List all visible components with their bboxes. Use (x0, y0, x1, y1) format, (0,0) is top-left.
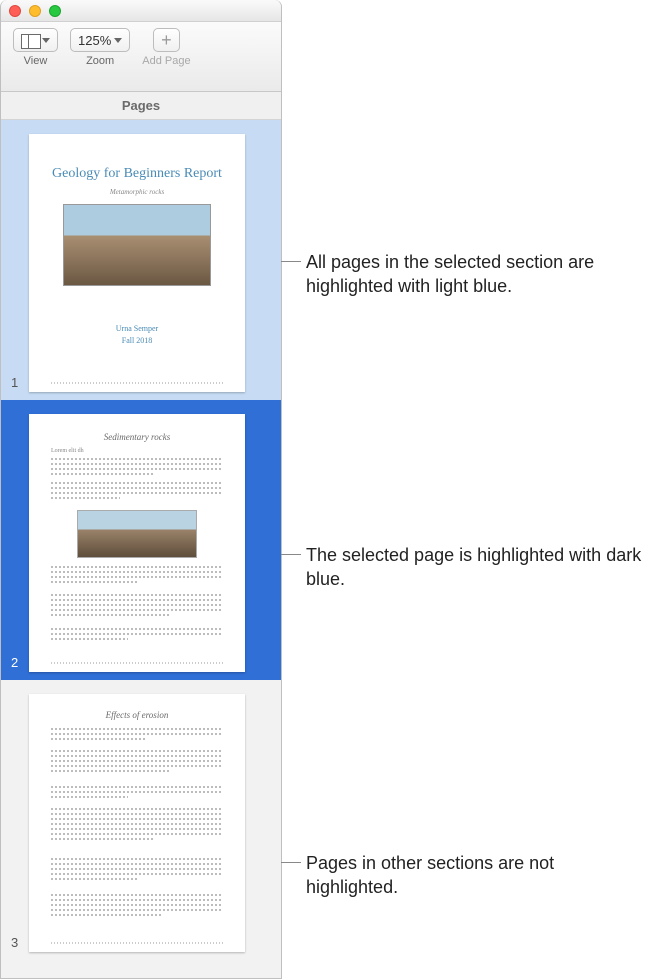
toolbar: View 125% Zoom + Add Page (1, 22, 281, 92)
text-placeholder (51, 858, 223, 883)
text-placeholder (51, 786, 223, 801)
titlebar (1, 0, 281, 22)
thumbnail-page-1: Geology for Beginners Report Metamorphic… (29, 134, 245, 392)
text-placeholder (51, 808, 223, 843)
doc-title: Geology for Beginners Report (29, 166, 245, 182)
footer-mark (51, 662, 223, 664)
page-thumbnail-1[interactable]: Geology for Beginners Report Metamorphic… (1, 120, 281, 400)
pages-header-label: Pages (122, 98, 160, 113)
page-thumbnail-2[interactable]: Sedimentary rocks Lorem elit dh (1, 400, 281, 680)
zoom-tool: 125% Zoom (70, 28, 130, 67)
sidebar-icon (21, 34, 39, 47)
thumbnail-sidebar[interactable]: Geology for Beginners Report Metamorphic… (1, 120, 281, 978)
footer-mark (51, 382, 223, 384)
page-number: 3 (11, 935, 18, 950)
minimize-icon[interactable] (29, 5, 41, 17)
add-page-button[interactable]: + (153, 28, 180, 52)
doc-subtitle: Metamorphic rocks (29, 188, 245, 196)
text-placeholder (51, 482, 223, 502)
window-controls (9, 5, 61, 17)
callout-line (281, 862, 301, 863)
text-placeholder (51, 728, 223, 743)
zoom-button[interactable]: 125% (70, 28, 130, 52)
text-placeholder (51, 566, 223, 586)
add-page-label: Add Page (142, 55, 190, 67)
thumbnail-page-3: Effects of erosion (29, 694, 245, 952)
doc-author: Urna Semper (29, 324, 245, 333)
annotation-2: The selected page is highlighted with da… (306, 543, 656, 592)
page-number: 1 (11, 375, 18, 390)
text-placeholder (51, 594, 223, 619)
annotation-text: All pages in the selected section are hi… (306, 252, 594, 296)
page-number: 2 (11, 655, 18, 670)
section-title: Effects of erosion (29, 710, 245, 720)
inline-image-placeholder (77, 510, 197, 558)
cover-image-placeholder (63, 204, 211, 286)
doc-date: Fall 2018 (29, 336, 245, 345)
annotation-text: The selected page is highlighted with da… (306, 545, 641, 589)
chevron-down-icon (42, 38, 50, 43)
footer-mark (51, 942, 223, 944)
view-label: View (24, 55, 48, 67)
callout-line (281, 261, 301, 262)
page-thumbnail-3[interactable]: Effects of erosion (1, 680, 281, 960)
subheading: Lorem elit dh (51, 448, 223, 454)
add-page-tool: + Add Page (142, 28, 190, 67)
view-tool: View (13, 28, 58, 67)
zoom-label: Zoom (86, 55, 114, 67)
text-placeholder (51, 750, 223, 775)
pages-window: View 125% Zoom + Add Page Pages (0, 0, 282, 979)
view-button[interactable] (13, 28, 58, 52)
text-placeholder (51, 894, 223, 919)
text-placeholder (51, 628, 223, 643)
annotation-3: Pages in other sections are not highligh… (306, 851, 636, 900)
zoom-window-icon[interactable] (49, 5, 61, 17)
pages-header: Pages (1, 92, 281, 120)
chevron-down-icon (114, 38, 122, 43)
close-icon[interactable] (9, 5, 21, 17)
zoom-value: 125% (78, 33, 111, 48)
callout-line (281, 554, 301, 555)
thumbnail-page-2: Sedimentary rocks Lorem elit dh (29, 414, 245, 672)
text-placeholder: Lorem elit dh (51, 448, 223, 478)
plus-icon: + (161, 31, 172, 49)
annotation-text: Pages in other sections are not highligh… (306, 853, 554, 897)
annotation-1: All pages in the selected section are hi… (306, 250, 646, 299)
section-title: Sedimentary rocks (29, 432, 245, 442)
